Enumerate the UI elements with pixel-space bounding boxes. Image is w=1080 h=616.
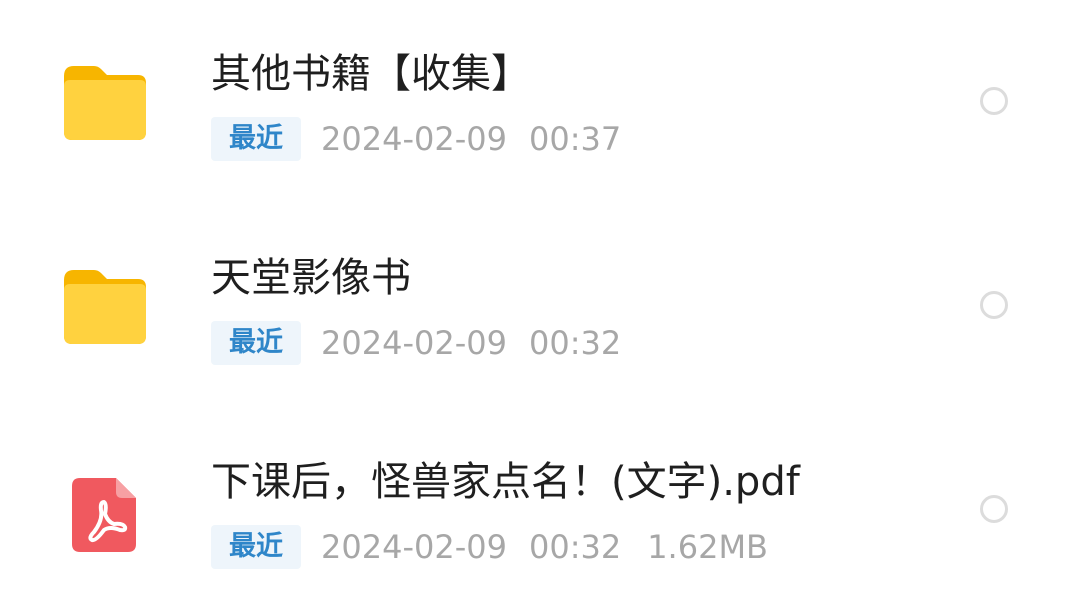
modified-date: 2024-02-09	[321, 120, 507, 158]
file-name: 天堂影像书	[211, 255, 411, 301]
recent-badge: 最近	[211, 321, 301, 365]
modified-date: 2024-02-09	[321, 324, 507, 362]
folder-icon	[64, 270, 146, 344]
select-radio[interactable]	[980, 291, 1008, 319]
modified-time: 00:32	[528, 528, 622, 566]
list-item-folder[interactable]: 天堂影像书 最近 2024-02-09 00:32	[0, 204, 1080, 408]
folder-icon	[64, 66, 146, 140]
list-item-pdf[interactable]: 下课后，怪兽家点名！(文字).pdf 最近 2024-02-09 00:32 1…	[0, 408, 1080, 612]
file-meta: 最近 2024-02-09 00:37	[211, 117, 621, 161]
select-radio[interactable]	[980, 87, 1008, 115]
file-meta: 最近 2024-02-09 00:32	[211, 321, 621, 365]
recent-badge: 最近	[211, 117, 301, 161]
modified-date: 2024-02-09	[321, 528, 507, 566]
file-list: 其他书籍【收集】 最近 2024-02-09 00:37 天堂影像书 最近 20…	[0, 0, 1080, 616]
file-name: 其他书籍【收集】	[211, 51, 531, 97]
file-meta: 最近 2024-02-09 00:32 1.62MB	[211, 525, 768, 569]
list-item-folder[interactable]: 其他书籍【收集】 最近 2024-02-09 00:37	[0, 0, 1080, 204]
modified-time: 00:32	[528, 324, 622, 362]
pdf-icon	[72, 478, 136, 552]
select-radio[interactable]	[980, 495, 1008, 523]
file-name: 下课后，怪兽家点名！(文字).pdf	[211, 459, 800, 505]
recent-badge: 最近	[211, 525, 301, 569]
file-size: 1.62MB	[647, 528, 768, 566]
modified-time: 00:37	[528, 120, 622, 158]
